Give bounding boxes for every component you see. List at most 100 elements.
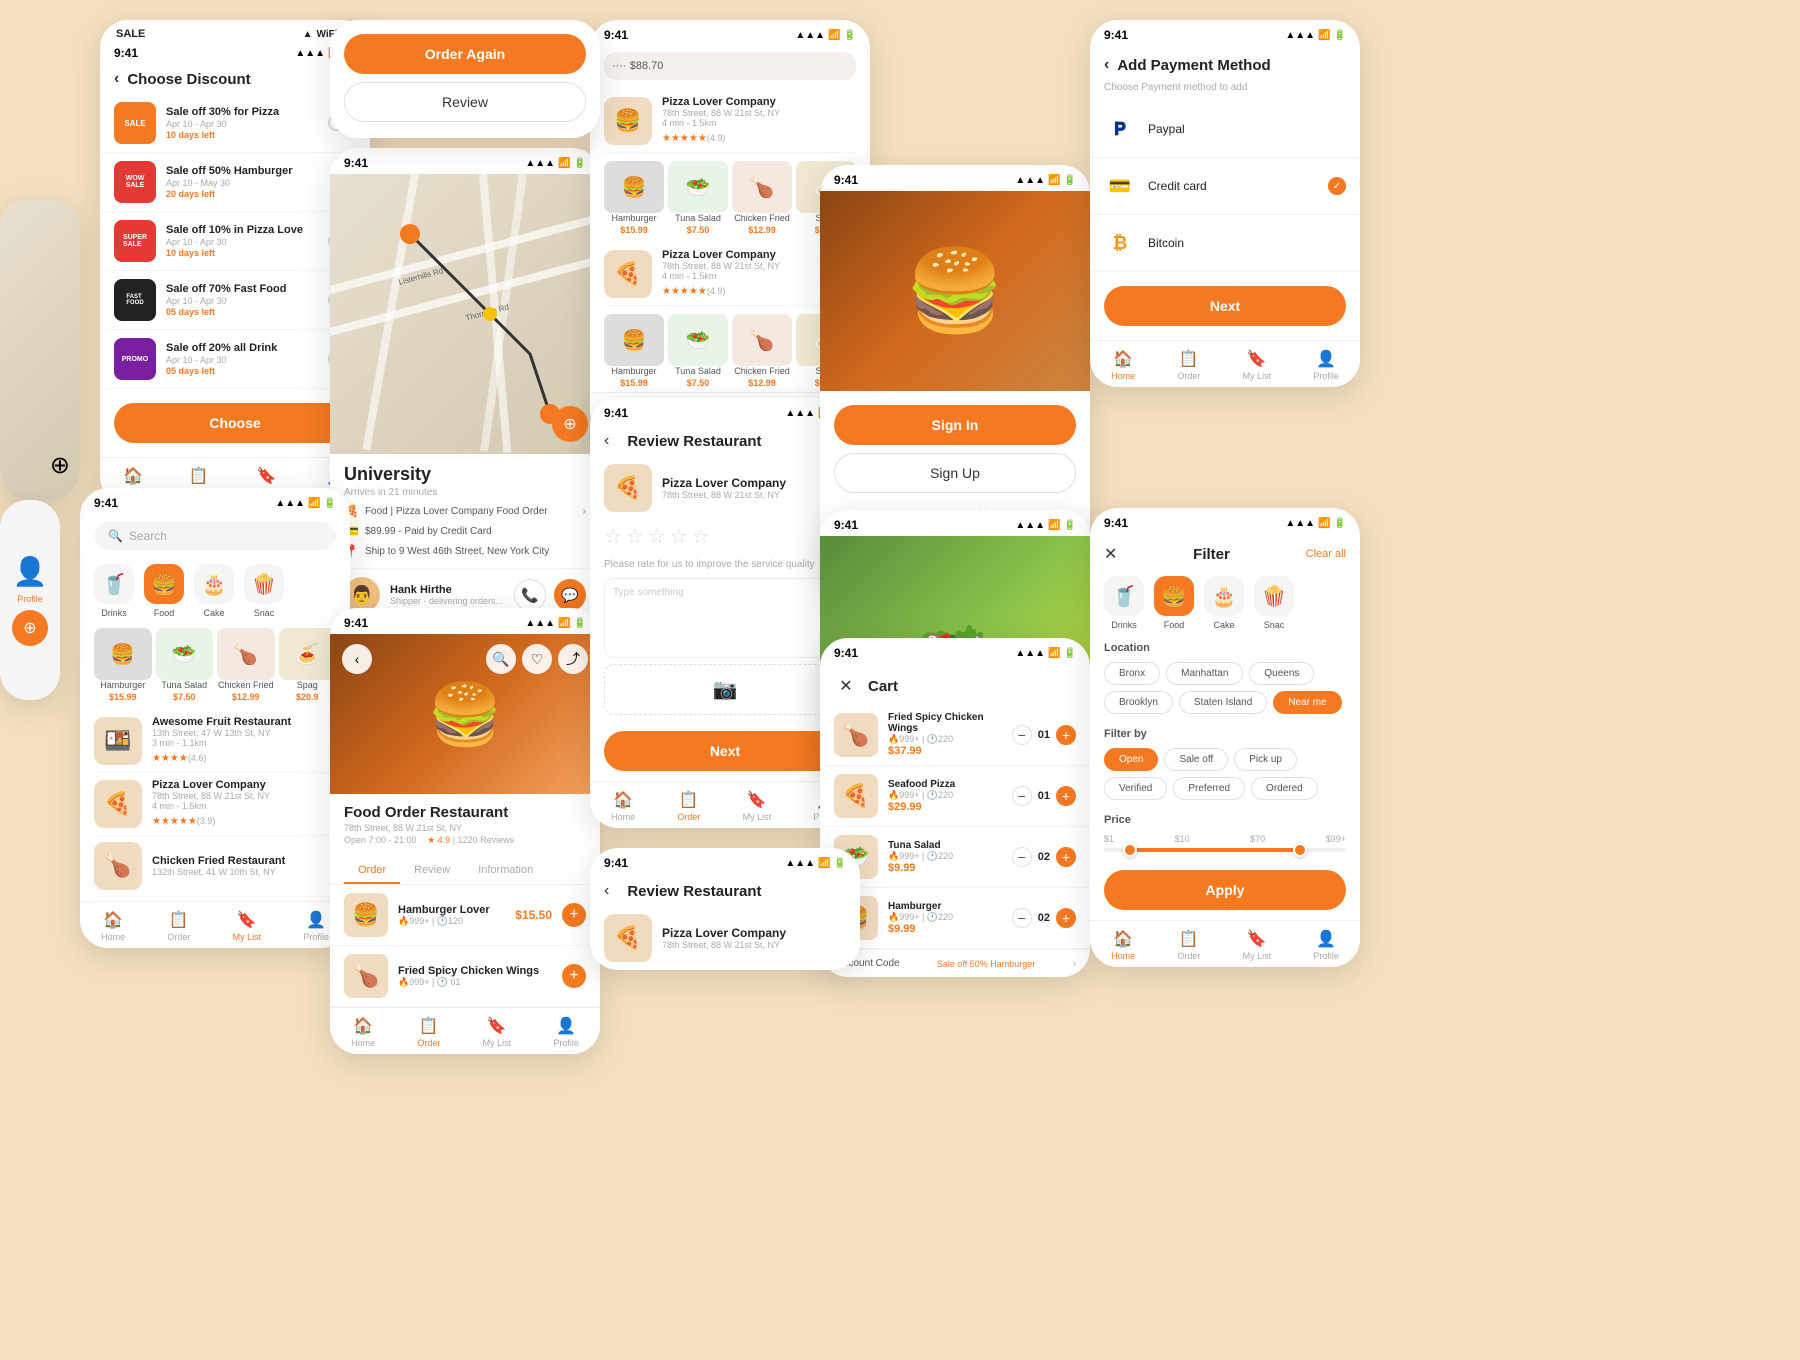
hero-back-btn[interactable]: ‹ [342, 644, 372, 674]
chip-statenisland[interactable]: Staten Island [1179, 691, 1267, 714]
chip-ordered[interactable]: Ordered [1251, 777, 1318, 800]
signup-btn[interactable]: Sign Up [834, 453, 1076, 493]
discount-code-row[interactable]: Discount Code Sale off 50% Hamburger › [820, 949, 1090, 977]
cat-snack[interactable]: 🍿 Snac [244, 564, 284, 618]
review2-back-btn[interactable]: ‹ [604, 882, 609, 900]
nav-profile-payment[interactable]: 👤Profile [1313, 349, 1339, 381]
filter-apply-btn[interactable]: Apply [1104, 870, 1346, 910]
order-again-btn[interactable]: Order Again [344, 34, 586, 74]
payment-next-btn[interactable]: Next [1104, 286, 1346, 326]
qty-plus-4[interactable]: + [1056, 908, 1076, 928]
filter-cat-food[interactable]: 🍔 Food [1154, 576, 1194, 630]
menu-item-1[interactable]: 🍔 Hamburger Lover 🔥999+ | 🕐120 $15.50 + [330, 885, 600, 946]
cart-close-btn[interactable]: ✕ [834, 674, 858, 698]
nav-order-food[interactable]: 📋Order [167, 910, 190, 942]
qty-minus-3[interactable]: − [1012, 847, 1032, 867]
nav-profile-fo[interactable]: 👤Profile [553, 1016, 579, 1048]
nav-home-payment[interactable]: 🏠Home [1111, 349, 1135, 381]
payment-bitcoin[interactable]: ₿ Bitcoin [1090, 215, 1360, 272]
food-item-1[interactable]: 🍔 Hamburger $15.99 [94, 628, 152, 702]
partial-location-btn[interactable]: ⊕ [12, 610, 48, 646]
chip-nearme[interactable]: Near me [1273, 691, 1341, 714]
signin-btn[interactable]: Sign In [834, 405, 1076, 445]
payment-paypal[interactable]: 𝐏 Paypal [1090, 101, 1360, 158]
nav-mylist-filter[interactable]: 🔖My List [1243, 929, 1272, 961]
nav-profile-filter[interactable]: 👤Profile [1313, 929, 1339, 961]
rest-item-2[interactable]: 🍕 Pizza Lover Company 78th Street, 88 W … [94, 773, 336, 836]
location-btn[interactable]: ⊕ [552, 406, 588, 442]
filter-close-btn[interactable]: ✕ [1104, 544, 1117, 564]
rl2-food-2[interactable]: 🥗 Tuna Salad $7.50 [668, 314, 728, 388]
add-btn-2[interactable]: + [562, 964, 586, 988]
chip-manhattan[interactable]: Manhattan [1166, 662, 1243, 685]
chat-button[interactable]: 💬 [554, 579, 586, 611]
cat-cake[interactable]: 🎂 Cake [194, 564, 234, 618]
back-button[interactable]: ‹ [114, 70, 119, 88]
qty-plus-2[interactable]: + [1056, 786, 1076, 806]
photo-upload[interactable]: 📷 [604, 664, 846, 715]
payment-credit-card[interactable]: 💳 Credit card ✓ [1090, 158, 1360, 215]
nav-mylist-payment[interactable]: 🔖My List [1243, 349, 1272, 381]
cat-food[interactable]: 🍔 Food [144, 564, 184, 618]
tab-review[interactable]: Review [400, 856, 464, 884]
rating-stars[interactable]: ☆☆☆☆☆ [604, 526, 714, 548]
chip-pickup[interactable]: Pick up [1234, 748, 1297, 771]
chip-brooklyn[interactable]: Brooklyn [1104, 691, 1173, 714]
qty-minus-2[interactable]: − [1012, 786, 1032, 806]
call-button[interactable]: 📞 [514, 579, 546, 611]
rest-item-1[interactable]: 🍱 Awesome Fruit Restaurant 13th Street, … [94, 710, 336, 773]
review-back-btn[interactable]: ‹ [604, 432, 609, 450]
review-input[interactable]: Type something [604, 578, 846, 658]
tab-info[interactable]: Information [464, 856, 547, 884]
tab-order[interactable]: Order [344, 856, 400, 884]
review-order-btn[interactable]: Review [344, 82, 586, 122]
rl2-food-1[interactable]: 🍔 Hamburger $15.99 [604, 314, 664, 388]
hero-share-btn[interactable]: ⤴ [558, 644, 588, 674]
nav-mylist-fo[interactable]: 🔖My List [483, 1016, 512, 1048]
chip-verified[interactable]: Verified [1104, 777, 1167, 800]
nav-home-filter[interactable]: 🏠Home [1111, 929, 1135, 961]
review-next-btn[interactable]: Next [604, 731, 846, 771]
nav-home-food[interactable]: 🏠Home [101, 910, 125, 942]
filter-cat-cake[interactable]: 🎂 Cake [1204, 576, 1244, 630]
nav-order-payment[interactable]: 📋Order [1177, 349, 1200, 381]
qty-plus-3[interactable]: + [1056, 847, 1076, 867]
chip-queens[interactable]: Queens [1249, 662, 1314, 685]
nav-mylist-food[interactable]: 🔖My List [233, 910, 262, 942]
food-item-3[interactable]: 🍗 Chicken Fried $12.99 [217, 628, 275, 702]
clear-all-btn[interactable]: Clear all [1306, 548, 1346, 560]
filter-cat-snack[interactable]: 🍿 Snac [1254, 576, 1294, 630]
price-thumb-right[interactable] [1293, 843, 1307, 857]
rl-item-1[interactable]: 🍔 Pizza Lover Company 78th Street, 88 W … [604, 90, 856, 153]
rl-food-3[interactable]: 🍗 Chicken Fried $12.99 [732, 161, 792, 235]
hero-fav-btn[interactable]: ♡ [522, 644, 552, 674]
chip-preferred[interactable]: Preferred [1173, 777, 1245, 800]
search-bar[interactable]: 🔍 Search [94, 522, 336, 550]
nav-order-filter[interactable]: 📋Order [1177, 929, 1200, 961]
rl-item-2[interactable]: 🍕 Pizza Lover Company 78th Street, 88 W … [604, 243, 856, 306]
nav-home-fo[interactable]: 🏠Home [351, 1016, 375, 1048]
add-btn-1[interactable]: + [562, 903, 586, 927]
qty-minus-1[interactable]: − [1012, 725, 1032, 745]
hero-search-btn[interactable]: 🔍 [486, 644, 516, 674]
nav-mylist-review[interactable]: 🔖My List [743, 790, 772, 822]
rl2-food-3[interactable]: 🍗 Chicken Fried $12.99 [732, 314, 792, 388]
choose-button[interactable]: Choose [114, 403, 356, 443]
qty-minus-4[interactable]: − [1012, 908, 1032, 928]
chip-bronx[interactable]: Bronx [1104, 662, 1160, 685]
nav-order-review[interactable]: 📋Order [677, 790, 700, 822]
nav-order-fo[interactable]: 📋Order [417, 1016, 440, 1048]
nav-profile-food[interactable]: 👤Profile [303, 910, 329, 942]
chip-open[interactable]: Open [1104, 748, 1158, 771]
cat-drinks[interactable]: 🥤 Drinks [94, 564, 134, 618]
filter-cat-drinks[interactable]: 🥤 Drinks [1104, 576, 1144, 630]
price-thumb-left[interactable] [1123, 843, 1137, 857]
food-item-4[interactable]: 🍝 Spag $20.9 [279, 628, 337, 702]
rest-item-3[interactable]: 🍗 Chicken Fried Restaurant 132th Street,… [94, 836, 336, 897]
qty-plus-1[interactable]: + [1056, 725, 1076, 745]
rl-food-1[interactable]: 🍔 Hamburger $15.99 [604, 161, 664, 235]
rl-food-2[interactable]: 🥗 Tuna Salad $7.50 [668, 161, 728, 235]
chip-saleoff[interactable]: Sale off [1164, 748, 1228, 771]
food-item-2[interactable]: 🥗 Tuna Salad $7.50 [156, 628, 214, 702]
menu-item-2[interactable]: 🍗 Fried Spicy Chicken Wings 🔥999+ | 🕐 01… [330, 946, 600, 1007]
